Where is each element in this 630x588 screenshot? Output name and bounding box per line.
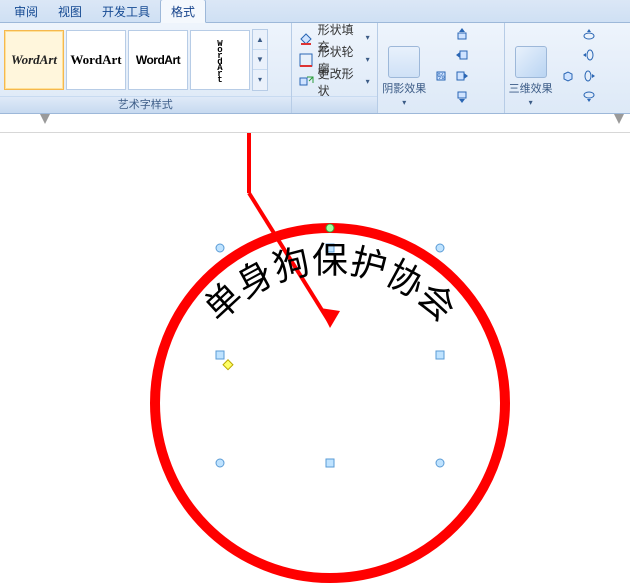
- wordart-style-3[interactable]: WordArt: [128, 30, 188, 90]
- group-label-empty1: [292, 96, 378, 113]
- group-label-wordart: 艺术字样式: [0, 96, 291, 113]
- document-canvas[interactable]: 单身狗保护协会: [0, 133, 630, 588]
- canvas-svg: 单身狗保护协会: [0, 133, 630, 588]
- nudge-left-icon[interactable]: [453, 46, 471, 64]
- dropdown-icon[interactable]: ▾: [400, 98, 408, 107]
- three-d-effects-button[interactable]: 三维效果 ▾: [509, 45, 553, 107]
- nudge-up-icon[interactable]: [453, 25, 471, 43]
- group-wordart-styles: WordArt WordArt WordArt WordArt ▲ ▼ ▾ 艺术…: [0, 23, 292, 113]
- tilt-right-icon[interactable]: [580, 67, 598, 85]
- pen-outline-icon: [298, 52, 314, 68]
- tilt-down-icon[interactable]: [580, 88, 598, 106]
- tilt-left-icon[interactable]: [580, 46, 598, 64]
- tab-view[interactable]: 视图: [48, 0, 92, 22]
- wordart-style-1[interactable]: WordArt: [4, 30, 64, 90]
- nudge-right-icon[interactable]: [453, 67, 471, 85]
- adjust-handle-icon[interactable]: [223, 360, 233, 370]
- dropdown-icon[interactable]: ▾: [364, 77, 371, 86]
- chevron-down-icon[interactable]: ▼: [253, 50, 267, 70]
- shadow-toggle-icon[interactable]: %: [432, 67, 450, 85]
- wordart-style-4[interactable]: WordArt: [190, 30, 250, 90]
- three-d-button-label: 三维效果: [509, 80, 553, 96]
- wordart-gallery-more[interactable]: ▲ ▼ ▾: [252, 29, 268, 91]
- ruler[interactable]: [0, 114, 630, 133]
- shadow-icon: [388, 46, 420, 78]
- ruler-indent-right-icon[interactable]: [614, 114, 624, 124]
- three-d-icon: [515, 46, 547, 78]
- dropdown-icon[interactable]: ▾: [527, 98, 535, 107]
- three-d-tilt-grid: [559, 25, 598, 127]
- tilt-up-icon[interactable]: [580, 25, 598, 43]
- ruler-indent-left-icon[interactable]: [40, 114, 50, 124]
- dropdown-icon[interactable]: ▾: [364, 33, 371, 42]
- group-shape-format: 形状填充 ▾ 形状轮廓 ▾ 更改形状 ▾: [292, 23, 379, 113]
- chevron-up-icon[interactable]: ▲: [253, 30, 267, 50]
- ribbon-tabs: 审阅 视图 开发工具 格式: [0, 0, 630, 23]
- group-shadow: 阴影效果 ▾ % 阴影效果: [378, 23, 504, 113]
- rotation-handle-icon[interactable]: [326, 224, 334, 232]
- ribbon-body: WordArt WordArt WordArt WordArt ▲ ▼ ▾ 艺术…: [0, 23, 630, 114]
- tab-review[interactable]: 审阅: [4, 0, 48, 22]
- shadow-effects-button[interactable]: 阴影效果 ▾: [382, 45, 426, 107]
- wordart-gallery: WordArt WordArt WordArt WordArt: [4, 30, 250, 90]
- nudge-down-icon[interactable]: [453, 88, 471, 106]
- change-shape-label: 更改形状: [318, 65, 361, 99]
- change-shape-button[interactable]: 更改形状 ▾: [298, 72, 372, 92]
- three-d-toggle-icon[interactable]: [559, 67, 577, 85]
- dropdown-icon[interactable]: ▾: [364, 55, 371, 64]
- svg-text:%: %: [438, 72, 445, 81]
- shadow-nudge-grid: %: [432, 25, 471, 127]
- group-3d: 三维效果 ▾ 三维效果: [505, 23, 630, 113]
- paint-bucket-icon: [298, 30, 314, 46]
- tab-devtools[interactable]: 开发工具: [92, 0, 160, 22]
- shadow-button-label: 阴影效果: [382, 80, 426, 96]
- wordart-style-2[interactable]: WordArt: [66, 30, 126, 90]
- change-shape-icon: [298, 74, 314, 90]
- tab-format[interactable]: 格式: [160, 0, 206, 23]
- gallery-expand-icon[interactable]: ▾: [253, 70, 267, 89]
- seal-circle[interactable]: [155, 228, 505, 578]
